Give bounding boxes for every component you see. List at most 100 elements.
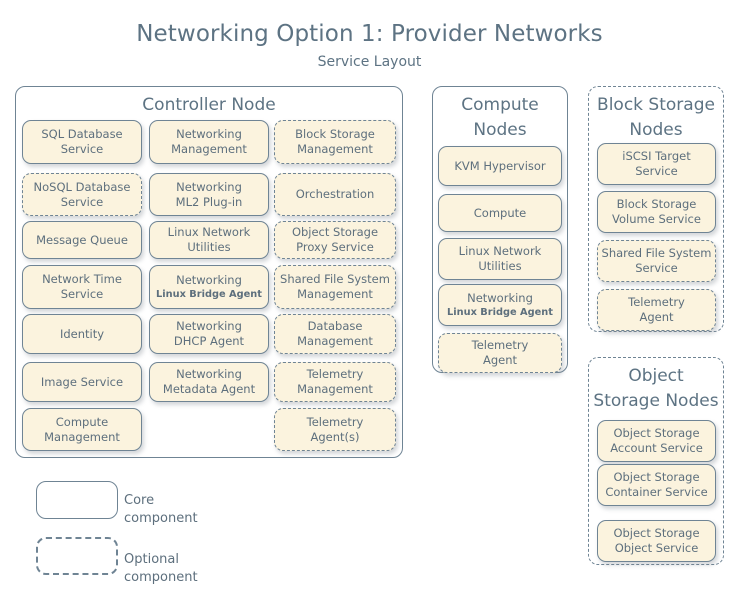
service-label-line: NoSQL Database	[33, 179, 131, 194]
service-box-telemetry-agent-s[interactable]: Telemetry Agent(s)	[274, 408, 396, 451]
service-label-line: Object Storage	[613, 470, 700, 484]
service-box-block-storage-volume-service[interactable]: Block Storage Volume Service	[597, 191, 716, 233]
service-label-line: Management	[297, 334, 373, 348]
service-label-line: ML2 Plug-in	[175, 194, 243, 209]
service-label-line: DHCP Agent	[173, 334, 245, 348]
service-box-networking-ml2-plug-in[interactable]: Networking ML2 Plug-in	[149, 173, 269, 216]
service-label-line: Service	[635, 164, 678, 178]
service-label-line: Container Service	[605, 485, 708, 499]
service-box-object-storage-proxy-service[interactable]: Object Storage Proxy Service	[274, 221, 396, 259]
node-title-line: Compute	[461, 95, 539, 115]
service-label-line: Agent(s)	[310, 429, 360, 444]
node-title-compute-nodes: Compute Nodes	[433, 87, 567, 143]
service-box-object-storage-container-service[interactable]: Object Storage Container Service	[597, 464, 716, 506]
service-label-line: Linux Network	[458, 244, 542, 258]
service-label-line: Linux Bridge Agent	[156, 289, 262, 300]
service-box-networking-metadata-agent[interactable]: Networking Metadata Agent	[149, 362, 269, 402]
service-label-line: Management	[297, 142, 373, 156]
service-label-line: KVM Hypervisor	[454, 158, 546, 173]
service-box-linux-network-utilities[interactable]: Linux Network Utilities	[438, 238, 562, 280]
node-title-line: Storage Nodes	[593, 391, 719, 411]
service-label-line: Utilities	[187, 240, 231, 254]
service-label-line: Utilities	[478, 259, 522, 273]
node-title-line: Object	[628, 366, 684, 386]
service-box-networking-dhcp-agent[interactable]: Networking DHCP Agent	[149, 314, 269, 354]
service-box-object-storage-object-service[interactable]: Object Storage Object Service	[597, 520, 716, 562]
service-box-message-queue[interactable]: Message Queue	[22, 221, 142, 259]
service-box-image-service[interactable]: Image Service	[22, 362, 142, 402]
service-label-line: Message Queue	[36, 232, 128, 247]
service-label-line: Linux Bridge Agent	[447, 307, 553, 318]
service-label-line: Service	[60, 194, 104, 209]
service-box-orchestration[interactable]: Orchestration	[274, 173, 396, 216]
service-label-line: Management	[44, 429, 120, 444]
service-label-line: iSCSI Target	[622, 149, 691, 163]
service-label-line: Linux Network	[167, 225, 251, 239]
service-label-line: Management	[297, 287, 373, 301]
service-label-line: Networking	[176, 127, 242, 141]
service-box-iscsi-target-service[interactable]: iSCSI Target Service	[597, 143, 716, 185]
service-box-kvm-hypervisor[interactable]: KVM Hypervisor	[438, 146, 562, 186]
service-box-shared-file-system-service[interactable]: Shared File System Service	[597, 240, 716, 282]
service-box-network-time-service[interactable]: Network Time Service	[22, 265, 142, 309]
service-box-identity[interactable]: Identity	[22, 314, 142, 354]
service-label-line: Database	[307, 319, 363, 333]
service-box-networking-management[interactable]: Networking Management	[149, 120, 269, 164]
service-label-line: Telemetry	[306, 414, 364, 429]
service-label-line: Shared File System	[601, 246, 712, 260]
service-box-telemetry-agent[interactable]: Telemetry Agent	[438, 333, 562, 373]
node-title-line: Nodes	[629, 120, 683, 140]
service-label-line: Volume Service	[612, 212, 701, 226]
service-label-line: Management	[297, 382, 373, 396]
legend-label-optional: Optional component	[124, 552, 198, 585]
legend-swatch-core	[36, 481, 118, 519]
service-label-line: Telemetry	[628, 295, 685, 309]
node-title-controller-node: Controller Node	[16, 87, 402, 118]
node-title-line: Block Storage	[597, 95, 715, 115]
service-box-compute[interactable]: Compute	[438, 194, 562, 232]
service-label-line: Telemetry	[306, 367, 364, 381]
service-box-sql-database-service[interactable]: SQL Database Service	[22, 120, 142, 164]
service-label-line: Networking	[176, 319, 242, 333]
service-label-line: SQL Database	[41, 127, 123, 141]
service-label-line: Metadata Agent	[162, 382, 256, 396]
page-title: Networking Option 1: Provider Networks	[136, 21, 603, 47]
service-label-line: Account Service	[610, 441, 703, 455]
service-label-line: Service	[635, 261, 678, 275]
service-box-linux-network-utilities[interactable]: Linux Network Utilities	[149, 221, 269, 259]
service-label-line: Network Time	[42, 272, 122, 286]
node-title-object-storage-nodes: Object Storage Nodes	[589, 358, 723, 414]
service-label-line: Networking	[467, 291, 533, 305]
service-label-line: Image Service	[40, 374, 124, 389]
service-box-telemetry-agent[interactable]: Telemetry Agent	[597, 289, 716, 331]
service-box-telemetry-management[interactable]: Telemetry Management	[274, 362, 396, 402]
service-label-line: Management	[171, 142, 247, 156]
service-label-line: Service	[60, 142, 104, 156]
service-box-networking-linux-bridge-agent[interactable]: Networking Linux Bridge Agent	[438, 284, 562, 326]
service-label-line: Networking	[176, 367, 242, 381]
service-box-compute-management[interactable]: Compute Management	[22, 408, 142, 451]
service-label-line: Agent	[482, 353, 518, 367]
service-label-line: Proxy Service	[296, 240, 374, 254]
service-box-nosql-database-service[interactable]: NoSQL Database Service	[22, 173, 142, 216]
node-title-line: Controller Node	[142, 95, 276, 115]
service-box-object-storage-account-service[interactable]: Object Storage Account Service	[597, 420, 716, 462]
service-label-line: Compute	[55, 414, 109, 429]
service-label-line: Object Storage	[291, 225, 379, 239]
service-box-block-storage-management[interactable]: Block Storage Management	[274, 120, 396, 164]
service-label-line: Telemetry	[471, 338, 529, 352]
legend-label-core: Core component	[124, 493, 198, 526]
service-label-line: Agent	[639, 310, 674, 324]
service-label-line: Block Storage	[295, 127, 375, 141]
service-label-line: Object Storage	[613, 426, 700, 440]
service-box-database-management[interactable]: Database Management	[274, 314, 396, 354]
service-box-shared-file-system-management[interactable]: Shared File System Management	[274, 265, 396, 309]
service-label-line: Object Storage	[613, 526, 700, 540]
service-label-line: Service	[60, 287, 104, 301]
service-label-line: Networking	[176, 273, 242, 287]
service-box-networking-linux-bridge-agent[interactable]: Networking Linux Bridge Agent	[149, 265, 269, 309]
page-subtitle: Service Layout	[317, 54, 422, 70]
service-label-line: Compute	[473, 205, 527, 220]
service-label-line: Block Storage	[616, 197, 697, 211]
service-label-line: Shared File System	[280, 272, 390, 286]
